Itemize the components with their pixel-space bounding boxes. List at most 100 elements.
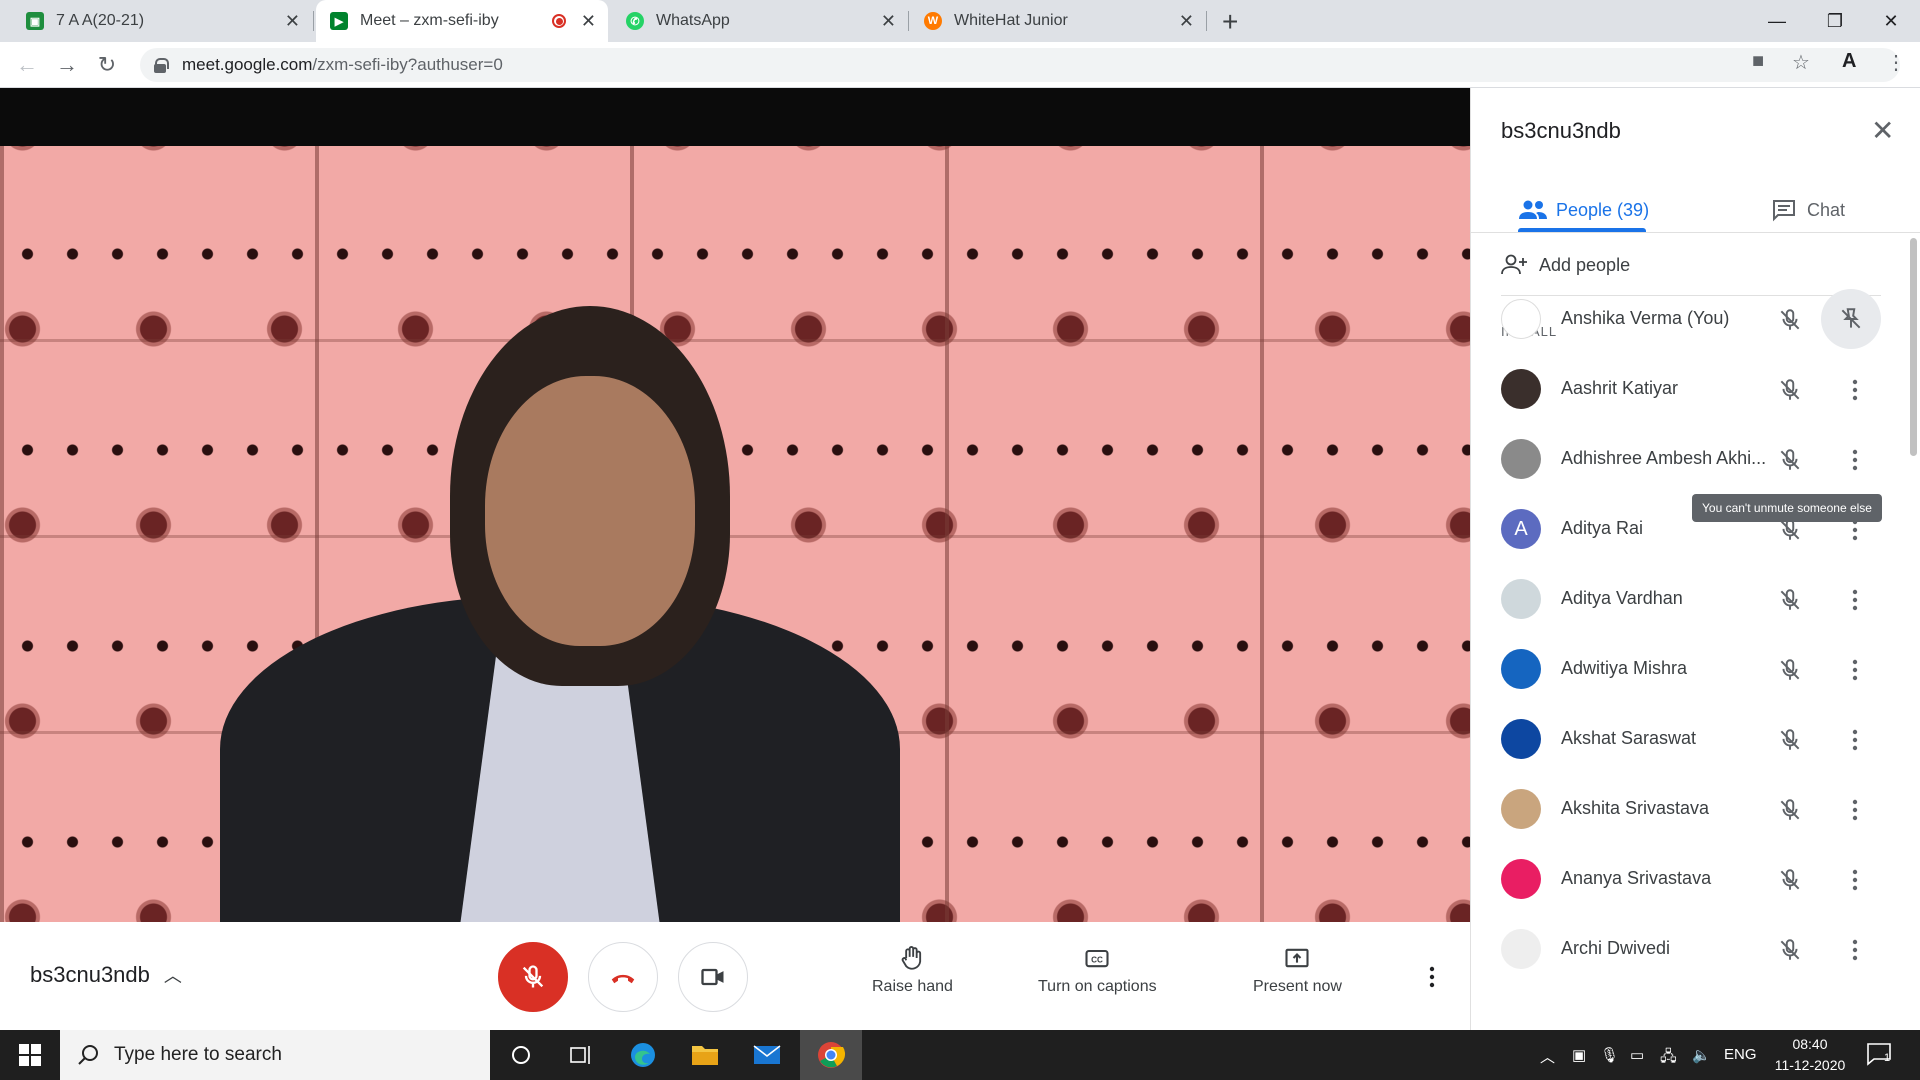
more-vert-icon[interactable]: [1843, 867, 1867, 898]
reload-button[interactable]: ↻: [92, 50, 122, 80]
more-vert-icon[interactable]: [1843, 797, 1867, 828]
battery-icon[interactable]: ▭: [1630, 1046, 1644, 1064]
close-panel-button[interactable]: ✕: [1871, 114, 1894, 147]
network-icon[interactable]: 🖧: [1660, 1046, 1677, 1071]
new-tab-button[interactable]: +: [1222, 6, 1238, 38]
more-vert-icon[interactable]: [1843, 447, 1867, 478]
mic-off-icon[interactable]: [1777, 587, 1803, 618]
mic-off-icon[interactable]: [1777, 727, 1803, 758]
camera-toggle-button[interactable]: [678, 942, 748, 1012]
language-indicator[interactable]: ENG: [1724, 1046, 1757, 1063]
closed-captions-icon: CC: [1085, 949, 1109, 968]
file-explorer-button[interactable]: [674, 1030, 736, 1080]
profile-avatar[interactable]: A: [1842, 50, 1856, 73]
avatar: [1501, 719, 1541, 759]
mic-off-icon[interactable]: [1777, 307, 1803, 338]
participant-row[interactable]: Anshika Verma (You): [1471, 284, 1920, 354]
avatar: [1501, 299, 1541, 339]
participant-row[interactable]: Akshita Srivastava: [1471, 774, 1920, 844]
close-icon[interactable]: ✕: [581, 11, 596, 32]
bookmark-star-icon[interactable]: ☆: [1792, 50, 1810, 75]
add-people-button[interactable]: Add people: [1501, 254, 1630, 276]
microphone-toggle-button[interactable]: [498, 942, 568, 1012]
participant-row[interactable]: Aashrit Katiyar: [1471, 354, 1920, 424]
taskbar-clock[interactable]: 08:40 11-12-2020: [1760, 1034, 1860, 1076]
task-view-button[interactable]: [550, 1030, 612, 1080]
search-icon: [78, 1045, 98, 1065]
present-now-button[interactable]: Present now: [1253, 944, 1342, 996]
end-call-icon: [611, 974, 635, 984]
mic-off-icon[interactable]: [1777, 657, 1803, 688]
more-options-button[interactable]: [1420, 962, 1444, 997]
cortana-icon: [512, 1046, 530, 1064]
mail-button[interactable]: [736, 1030, 798, 1080]
browser-menu-icon[interactable]: ⋮: [1886, 50, 1906, 75]
mic-off-icon[interactable]: [1777, 377, 1803, 408]
start-button[interactable]: [0, 1030, 60, 1080]
taskbar-search-box[interactable]: Type here to search: [60, 1030, 490, 1080]
mic-off-icon: [522, 965, 544, 988]
participant-name: Adwitiya Mishra: [1561, 658, 1688, 678]
participant-row[interactable]: Adhishree Ambesh Akhi...: [1471, 424, 1920, 494]
tab-chat[interactable]: Chat: [1771, 188, 1845, 232]
tab-meet[interactable]: ▶ Meet – zxm-sefi-iby ✕: [316, 0, 608, 42]
panel-scrollbar[interactable]: [1910, 238, 1917, 456]
minimize-button[interactable]: —: [1748, 0, 1806, 42]
clock-time: 08:40: [1792, 1036, 1828, 1052]
close-icon[interactable]: ✕: [881, 11, 896, 32]
more-vert-icon[interactable]: [1843, 377, 1867, 408]
more-vert-icon[interactable]: [1843, 727, 1867, 758]
window-close-button[interactable]: ✕: [1862, 0, 1920, 42]
tab-whitehat[interactable]: W WhiteHat Junior ✕: [910, 0, 1206, 42]
notification-center-button[interactable]: 1: [1866, 1042, 1892, 1070]
hand-icon: [902, 946, 922, 970]
tab-people[interactable]: People (39): [1518, 188, 1649, 232]
tab-whatsapp[interactable]: ✆ WhatsApp ✕: [612, 0, 908, 42]
cortana-button[interactable]: [490, 1030, 552, 1080]
forward-button[interactable]: →: [52, 50, 82, 80]
more-vert-icon[interactable]: [1843, 937, 1867, 968]
raise-hand-label: Raise hand: [872, 978, 953, 995]
address-bar[interactable]: meet.google.com/zxm-sefi-iby?authuser=0: [140, 48, 1900, 82]
recording-icon: [552, 14, 566, 28]
participant-row[interactable]: Ananya Srivastava: [1471, 844, 1920, 914]
mic-off-icon[interactable]: [1777, 797, 1803, 828]
tab-title: 7 A A(20-21): [56, 12, 145, 29]
participant-row[interactable]: Archi Dwivedi: [1471, 914, 1920, 984]
mic-off-icon[interactable]: [1777, 447, 1803, 478]
more-vert-icon[interactable]: [1843, 657, 1867, 688]
person-add-icon: [1501, 254, 1527, 275]
tab-chat-label: Chat: [1807, 199, 1846, 220]
maximize-button[interactable]: ❐: [1806, 0, 1864, 42]
participant-row[interactable]: Akshat Saraswat: [1471, 704, 1920, 774]
windows-taskbar: Type here to search ︿ ▣ 🎙 ▭ 🖧 🔈 ENG 08:4…: [0, 1030, 1920, 1080]
close-icon[interactable]: ✕: [285, 11, 300, 32]
close-icon[interactable]: ✕: [1179, 11, 1194, 32]
participant-row[interactable]: Adwitiya Mishra: [1471, 634, 1920, 704]
edge-taskbar-button[interactable]: [612, 1030, 674, 1080]
raise-hand-button[interactable]: Raise hand: [872, 944, 953, 996]
avatar: [1501, 789, 1541, 829]
unpin-icon[interactable]: [1821, 289, 1881, 349]
avatar: [1501, 929, 1541, 969]
show-hidden-icons[interactable]: ︿: [1540, 1046, 1555, 1067]
participant-video: [220, 306, 900, 922]
captions-button[interactable]: CC Turn on captions: [1038, 944, 1157, 996]
edge-icon: [631, 1043, 655, 1067]
avatar: A: [1501, 509, 1541, 549]
more-vert-icon[interactable]: [1843, 587, 1867, 618]
camera-in-use-icon[interactable]: ▣: [1572, 1046, 1586, 1064]
camera-icon[interactable]: ■: [1752, 50, 1764, 73]
volume-icon[interactable]: 🔈: [1692, 1046, 1711, 1064]
lock-icon: [154, 58, 169, 73]
meeting-details-toggle[interactable]: bs3cnu3ndb ︿: [30, 962, 182, 988]
avatar: [1501, 579, 1541, 619]
microphone-in-use-icon[interactable]: 🎙: [1600, 1046, 1619, 1064]
mic-off-icon[interactable]: [1777, 867, 1803, 898]
mic-off-icon[interactable]: [1777, 937, 1803, 968]
back-button[interactable]: ←: [12, 50, 42, 80]
leave-call-button[interactable]: [588, 942, 658, 1012]
tab-classroom[interactable]: ▣ 7 A A(20-21) ✕: [12, 0, 312, 42]
participant-row[interactable]: Aditya Vardhan: [1471, 564, 1920, 634]
chrome-taskbar-button[interactable]: [800, 1030, 862, 1080]
